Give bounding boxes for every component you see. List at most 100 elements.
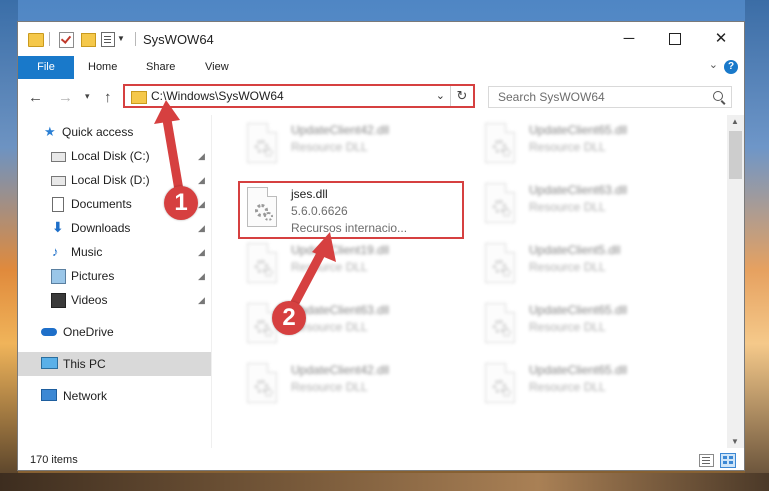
list-item[interactable]: UpdateClient42.dll Resource DLL <box>241 363 461 417</box>
sidebar-item-quick-access[interactable]: ★ Quick access <box>18 120 211 144</box>
minimize-button[interactable]: ─ <box>606 22 652 56</box>
help-icon[interactable]: ? <box>724 60 738 74</box>
pin-icon[interactable]: ◢ <box>198 144 205 168</box>
list-item[interactable]: UpdateClient65.dll Resource DLL <box>479 303 699 357</box>
sidebar-item-label: Pictures <box>71 269 115 283</box>
pin-icon[interactable]: ◢ <box>198 264 205 288</box>
sidebar-item-label: Documents <box>71 197 132 211</box>
list-item[interactable]: UpdateClient63.dll Resource DLL <box>479 183 699 237</box>
file-name: UpdateClient42.dll <box>291 123 390 137</box>
back-button[interactable]: ← <box>28 89 43 106</box>
list-item[interactable]: UpdateClient65.dll Resource DLL <box>479 123 699 177</box>
file-type: Resource DLL <box>529 200 606 214</box>
chevron-down-icon[interactable]: ⌄ <box>436 89 445 102</box>
sidebar-item-music[interactable]: ♪ Music ◢ <box>18 240 211 264</box>
sidebar-item-this-pc[interactable]: This PC <box>18 352 211 376</box>
file-name: UpdateClient65.dll <box>529 303 628 317</box>
file-type: Resource DLL <box>291 260 368 274</box>
pin-icon[interactable]: ◢ <box>198 168 205 192</box>
file-list: UpdateClient42.dll Resource DLL jses.dll… <box>213 115 727 448</box>
file-name: UpdateClient65.dll <box>529 363 628 377</box>
new-folder-icon[interactable] <box>81 33 96 47</box>
tab-view[interactable]: View <box>191 56 243 79</box>
properties-check-icon[interactable] <box>59 32 74 48</box>
desktop-background-left <box>0 0 18 491</box>
file-name: UpdateClient42.dll <box>291 363 390 377</box>
navigation-pane: ★ Quick access Local Disk (C:) ◢ Local D… <box>18 115 212 448</box>
list-item[interactable]: UpdateClient5.dll Resource DLL <box>479 243 699 297</box>
chevron-down-icon[interactable]: ▼ <box>117 34 125 50</box>
forward-button[interactable]: → <box>58 89 73 106</box>
up-button[interactable]: ↑ <box>104 89 112 106</box>
dll-file-icon <box>485 183 515 223</box>
onedrive-icon <box>41 328 57 336</box>
tab-file[interactable]: File <box>18 56 74 79</box>
sidebar-item-label: Local Disk (C:) <box>71 149 150 163</box>
search-icon[interactable] <box>713 91 723 101</box>
network-icon <box>41 389 57 401</box>
pin-icon[interactable]: ◢ <box>198 288 205 312</box>
star-icon: ★ <box>44 124 56 139</box>
item-count: 170 items <box>30 454 78 466</box>
file-type: Resource DLL <box>529 260 606 274</box>
sidebar-item-label: Music <box>71 245 103 259</box>
disk-icon <box>51 152 66 162</box>
dll-file-icon <box>485 123 515 163</box>
search-placeholder: Search SysWOW64 <box>498 90 605 104</box>
tab-share[interactable]: Share <box>132 56 189 79</box>
ribbon-tabs: File Home Share View ⌄ ? <box>18 56 744 80</box>
status-bar: 170 items <box>18 448 744 470</box>
pin-icon[interactable]: ◢ <box>198 192 205 216</box>
list-item[interactable]: UpdateClient65.dll Resource DLL <box>479 363 699 417</box>
scrollbar-thumb[interactable] <box>729 131 742 179</box>
desktop-background-bottom <box>0 473 769 491</box>
address-bar[interactable]: C:\Windows\SysWOW64 ⌄ ↻ <box>123 84 475 108</box>
maximize-button[interactable] <box>652 22 698 56</box>
refresh-button[interactable]: ↻ <box>450 86 473 106</box>
sidebar-item-label: This PC <box>63 357 106 371</box>
large-icons-view-icon[interactable] <box>720 453 736 468</box>
vertical-scrollbar[interactable]: ▲ ▼ <box>727 115 744 448</box>
step-2-badge: 2 <box>272 301 306 335</box>
dll-file-icon <box>485 243 515 283</box>
dll-file-icon <box>485 303 515 343</box>
dll-file-icon <box>485 363 515 403</box>
file-name: UpdateClient63.dll <box>529 183 628 197</box>
file-name: UpdateClient19.dll <box>291 243 390 257</box>
highlight-box <box>238 181 464 239</box>
file-type: Resource DLL <box>291 380 368 394</box>
sidebar-item-pictures[interactable]: Pictures ◢ <box>18 264 211 288</box>
sidebar-item-videos[interactable]: Videos ◢ <box>18 288 211 312</box>
scroll-up-icon[interactable]: ▲ <box>731 117 739 126</box>
sidebar-item-label: Downloads <box>71 221 131 235</box>
list-item[interactable]: UpdateClient19.dll Resource DLL <box>241 243 461 297</box>
customize-toolbar-icon[interactable] <box>101 32 115 47</box>
expand-ribbon-icon[interactable]: ⌄ <box>709 58 718 71</box>
tab-home[interactable]: Home <box>74 56 131 79</box>
file-type: Resource DLL <box>291 140 368 154</box>
sidebar-item-label: Network <box>63 389 108 403</box>
folder-icon <box>28 33 44 47</box>
sidebar-item-label: Videos <box>71 293 108 307</box>
window-title: SysWOW64 <box>143 32 214 47</box>
list-item[interactable]: UpdateClient42.dll Resource DLL <box>241 123 461 177</box>
file-type: Resource DLL <box>529 140 606 154</box>
sidebar-item-local-disk-c[interactable]: Local Disk (C:) ◢ <box>18 144 211 168</box>
documents-icon <box>52 197 64 212</box>
close-button[interactable]: ✕ <box>698 22 744 56</box>
sidebar-item-label: Quick access <box>62 125 134 139</box>
sidebar-item-network[interactable]: Network <box>18 384 211 408</box>
address-path[interactable]: C:\Windows\SysWOW64 <box>151 89 284 103</box>
recent-locations-button[interactable]: ▾ <box>85 91 90 102</box>
file-name: UpdateClient65.dll <box>529 123 628 137</box>
step-1-badge: 1 <box>164 186 198 220</box>
sidebar-item-label: OneDrive <box>63 325 114 339</box>
this-pc-icon <box>41 357 58 369</box>
search-input[interactable]: Search SysWOW64 <box>488 86 732 108</box>
scroll-down-icon[interactable]: ▼ <box>731 437 739 446</box>
pin-icon[interactable]: ◢ <box>198 216 205 240</box>
disk-icon <box>51 176 66 186</box>
pin-icon[interactable]: ◢ <box>198 240 205 264</box>
sidebar-item-onedrive[interactable]: OneDrive <box>18 320 211 344</box>
details-view-icon[interactable] <box>699 454 714 467</box>
